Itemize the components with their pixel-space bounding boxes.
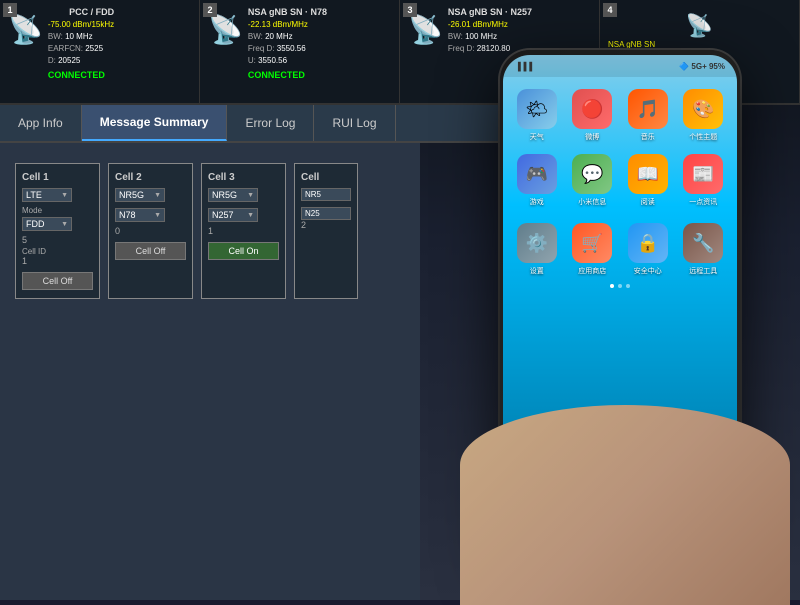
cell4-tech-select[interactable]: NR5 xyxy=(301,188,351,201)
app-news[interactable]: 📰 一点资讯 xyxy=(680,154,728,207)
tab-bar: App Info Message Summary Error Log RUI L… xyxy=(0,105,500,143)
page-dots xyxy=(503,284,737,288)
phone-status-bar: ▐▐▐ 🔷 5G+ 95% xyxy=(503,55,737,77)
cell-config-1: Cell 1 LTE ▼ Mode FDD ▼ 5 Cell ID 1 Cell… xyxy=(15,163,100,299)
dot-3 xyxy=(626,284,630,288)
app-store[interactable]: 🛒 应用商店 xyxy=(569,223,617,276)
dot-1 xyxy=(610,284,614,288)
panel-number-2: 2 xyxy=(203,3,217,17)
cell3-id: 1 xyxy=(208,226,279,236)
tab-message-summary[interactable]: Message Summary xyxy=(82,105,228,141)
main-content: Cell 1 LTE ▼ Mode FDD ▼ 5 Cell ID 1 Cell… xyxy=(0,143,420,600)
app-themes[interactable]: 🎨 个性主题 xyxy=(680,89,728,142)
panel2-signal: -22.13 dBm/MHz xyxy=(248,20,308,29)
app-grid-row2: 🎮 游戏 💬 小米信息 📖 阅读 📰 一点资讯 xyxy=(503,150,737,211)
cell2-label: Cell 2 xyxy=(115,172,186,183)
cell-config-2: Cell 2 NR5G ▼ N78 ▼ 0 Cell Off xyxy=(108,163,193,299)
dot-2 xyxy=(618,284,622,288)
cell4-id: 2 xyxy=(301,220,351,230)
cell1-button[interactable]: Cell Off xyxy=(22,272,93,290)
panel1-earfcn: 2525 xyxy=(85,44,103,53)
cell-config-3: Cell 3 NR5G ▼ N257 ▼ 1 Cell On xyxy=(201,163,286,299)
cell1-cell-id: 1 xyxy=(22,256,93,266)
cell-config-4: Cell NR5 N25 2 xyxy=(294,163,358,299)
cell-panel-1: 1 📡 PCC / FDD -75.00 dBm/15kHz BW: 10 MH… xyxy=(0,0,200,103)
cell2-button[interactable]: Cell Off xyxy=(115,242,186,260)
panel2-freq-d: 3550.56 xyxy=(277,44,306,53)
cell2-tech-select[interactable]: NR5G ▼ xyxy=(115,188,165,202)
cells-grid: Cell 1 LTE ▼ Mode FDD ▼ 5 Cell ID 1 Cell… xyxy=(15,163,405,299)
panel3-nsa: NSA gNB SN · N257 xyxy=(448,7,532,19)
panel1-type: PCC / FDD xyxy=(48,7,114,19)
cell3-tech-select[interactable]: NR5G ▼ xyxy=(208,188,258,202)
hand xyxy=(460,405,790,605)
tab-app-info[interactable]: App Info xyxy=(0,105,82,141)
app-settings[interactable]: ⚙️ 设置 xyxy=(513,223,561,276)
panel3-signal: -26.01 dBm/MHz xyxy=(448,20,508,29)
panel1-bw: 10 MHz xyxy=(65,32,93,41)
cell1-tech-select[interactable]: LTE ▼ xyxy=(22,188,72,202)
panel-number-4: 4 xyxy=(603,3,617,17)
tab-rui-log[interactable]: RUI Log xyxy=(314,105,395,141)
app-music[interactable]: 🎵 音乐 xyxy=(624,89,672,142)
panel-number-1: 1 xyxy=(3,3,17,17)
panel-number-3: 3 xyxy=(403,3,417,17)
panel1-signal: -75.00 dBm/15kHz xyxy=(48,20,114,29)
app-messages[interactable]: 💬 小米信息 xyxy=(569,154,617,207)
app-weather[interactable]: 🌤 天气 xyxy=(513,89,561,142)
panel2-status: CONNECTED xyxy=(248,70,327,80)
app-security[interactable]: 🔒 安全中心 xyxy=(624,223,672,276)
cell-panel-2: 2 📡 NSA gNB SN · N78 -22.13 dBm/MHz BW: … xyxy=(200,0,400,103)
panel1-d: 20525 xyxy=(58,56,80,65)
cell1-mode-select[interactable]: FDD ▼ xyxy=(22,217,72,231)
cell3-button[interactable]: Cell On xyxy=(208,242,279,260)
app-grid-row1: 🌤 天气 🔴 微博 🎵 音乐 🎨 个性主题 xyxy=(503,77,737,150)
cell1-id: 5 xyxy=(22,235,93,245)
phone-signal-icon: ▐▐▐ xyxy=(515,62,532,71)
panel2-freq-u: 3550.56 xyxy=(258,56,287,65)
cell1-label: Cell 1 xyxy=(22,172,93,183)
cell2-band-select[interactable]: N78 ▼ xyxy=(115,208,165,222)
app-reading[interactable]: 📖 阅读 xyxy=(624,154,672,207)
phone-overlay: ▐▐▐ 🔷 5G+ 95% 🌤 天气 🔴 微博 🎵 音乐 🎨 xyxy=(470,30,780,585)
app-grid-row3: ⚙️ 设置 🛒 应用商店 🔒 安全中心 🔧 远程工具 xyxy=(503,219,737,280)
panel2-bw: 20 MHz xyxy=(265,32,293,41)
app-games[interactable]: 🎮 游戏 xyxy=(513,154,561,207)
cell3-band-select[interactable]: N257 ▼ xyxy=(208,208,258,222)
phone-5g-badge: 🔷 5G+ 95% xyxy=(679,62,725,71)
cell3-label: Cell 3 xyxy=(208,172,279,183)
panel1-status: CONNECTED xyxy=(48,70,114,80)
panel2-nsa: NSA gNB SN · N78 xyxy=(248,7,327,19)
cell2-id: 0 xyxy=(115,226,186,236)
tab-error-log[interactable]: Error Log xyxy=(227,105,314,141)
app-remote-tools[interactable]: 🔧 远程工具 xyxy=(680,223,728,276)
cell4-label: Cell xyxy=(301,172,351,183)
cell4-band-select[interactable]: N25 xyxy=(301,207,351,220)
app-weibo[interactable]: 🔴 微博 xyxy=(569,89,617,142)
